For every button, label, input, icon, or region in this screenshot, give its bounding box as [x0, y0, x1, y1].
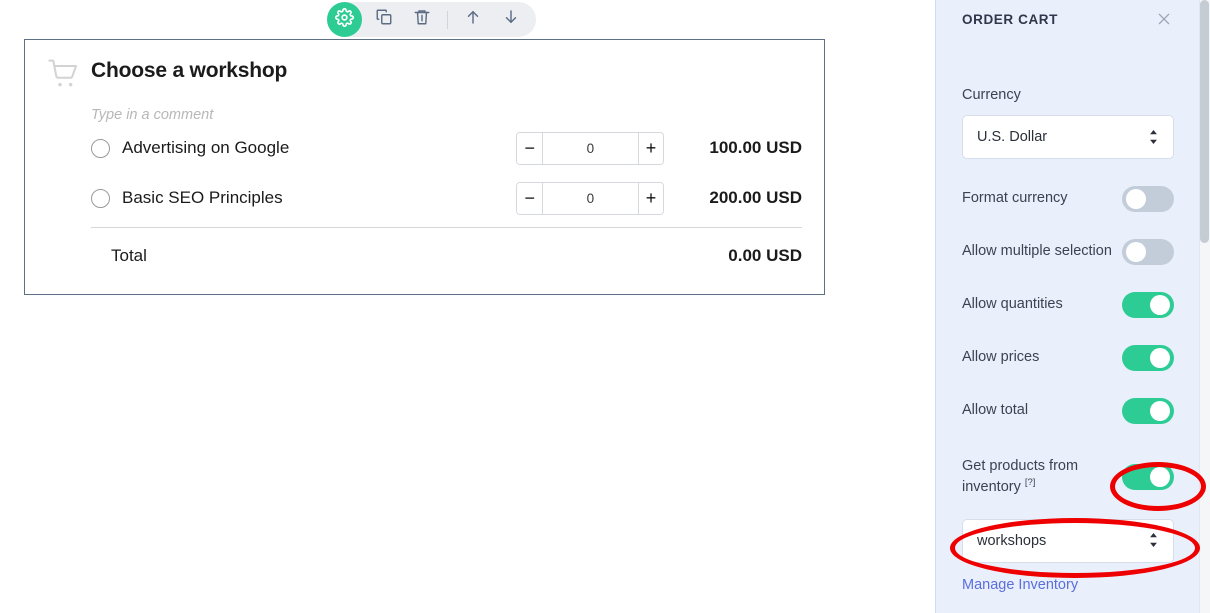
- move-down-button[interactable]: [492, 2, 530, 37]
- quantity-decrement-button[interactable]: −: [517, 182, 544, 214]
- quantity-increment-button[interactable]: +: [637, 182, 664, 214]
- quantity-stepper[interactable]: − +: [516, 181, 665, 215]
- product-choice[interactable]: Basic SEO Principles: [91, 188, 516, 208]
- quantity-increment-button[interactable]: +: [637, 132, 664, 164]
- settings-sidebar: ORDER CART Currency U.S. Dollar Format c…: [935, 0, 1210, 613]
- total-value: 0.00 USD: [728, 246, 802, 265]
- toggle-label: Get products from inventory [?]: [962, 457, 1122, 497]
- product-price: 200.00 USD: [709, 188, 802, 207]
- editor-canvas: Choose a workshop Type in a comment Adve…: [0, 0, 935, 613]
- format-currency-toggle[interactable]: [1122, 186, 1174, 212]
- shopping-cart-icon: [47, 56, 91, 95]
- get-products-from-inventory-toggle[interactable]: [1122, 463, 1174, 490]
- toolbar-divider: [447, 10, 448, 29]
- sidebar-scrollbar-thumb[interactable]: [1200, 0, 1209, 243]
- radio-button[interactable]: [91, 138, 110, 158]
- toggle-label: Allow multiple selection: [962, 243, 1112, 260]
- product-choice[interactable]: Advertising on Google: [91, 138, 516, 158]
- gear-icon: [335, 7, 354, 32]
- quantity-stepper[interactable]: − +: [516, 131, 665, 165]
- toggle-label: Allow quantities: [962, 296, 1063, 313]
- toggle-row-allow-multiple-selection: Allow multiple selection: [962, 239, 1174, 265]
- help-marker[interactable]: [?]: [1025, 477, 1036, 488]
- arrow-down-icon: [502, 7, 520, 32]
- product-price: 100.00 USD: [709, 138, 802, 157]
- comment-placeholder[interactable]: Type in a comment: [91, 107, 802, 123]
- close-icon[interactable]: [1154, 9, 1174, 29]
- inventory-label-text: Get products from inventory: [962, 458, 1079, 495]
- app-root: Choose a workshop Type in a comment Adve…: [0, 0, 1210, 613]
- card-body: Type in a comment Advertising on Google …: [25, 107, 824, 284]
- manage-inventory-link[interactable]: Manage Inventory: [962, 577, 1078, 593]
- trash-icon: [413, 8, 431, 31]
- chevron-updown-icon: [1148, 532, 1159, 549]
- toggle-row-format-currency: Format currency: [962, 186, 1174, 212]
- toggle-label: Allow prices: [962, 349, 1040, 366]
- currency-select-value: U.S. Dollar: [977, 129, 1048, 145]
- product-label: Advertising on Google: [122, 138, 290, 157]
- allow-total-toggle[interactable]: [1122, 398, 1174, 424]
- move-up-button[interactable]: [454, 2, 492, 37]
- card-header: Choose a workshop: [25, 40, 824, 95]
- inventory-source-select[interactable]: workshops: [962, 518, 1174, 563]
- toggle-label: Format currency: [962, 190, 1068, 207]
- toggle-knob: [1150, 466, 1170, 487]
- copy-icon: [375, 8, 393, 31]
- currency-select[interactable]: U.S. Dollar: [962, 115, 1174, 159]
- sidebar-scrollbar-track[interactable]: [1199, 0, 1210, 613]
- currency-label: Currency: [962, 87, 1021, 103]
- toggle-knob: [1126, 189, 1146, 209]
- card-footer-spacer: [25, 284, 824, 294]
- quantity-decrement-button[interactable]: −: [517, 132, 544, 164]
- element-toolbar: [327, 2, 536, 37]
- toggle-label: Allow total: [962, 402, 1029, 419]
- chevron-updown-icon: [1148, 129, 1159, 146]
- toggle-row-get-products-from-inventory: Get products from inventory [?]: [962, 457, 1174, 497]
- delete-button[interactable]: [403, 2, 441, 37]
- quantity-input[interactable]: [543, 132, 638, 164]
- toggle-row-allow-total: Allow total: [962, 398, 1174, 424]
- total-label: Total: [111, 246, 147, 265]
- settings-button[interactable]: [327, 2, 362, 37]
- product-label: Basic SEO Principles: [122, 188, 283, 207]
- allow-quantities-toggle[interactable]: [1122, 292, 1174, 318]
- sidebar-header: ORDER CART: [962, 0, 1174, 30]
- toggle-row-allow-prices: Allow prices: [962, 345, 1174, 371]
- quantity-input[interactable]: [543, 182, 638, 214]
- sidebar-title: ORDER CART: [962, 11, 1058, 27]
- allow-prices-toggle[interactable]: [1122, 345, 1174, 371]
- radio-button[interactable]: [91, 188, 110, 208]
- allow-multiple-selection-toggle[interactable]: [1122, 239, 1174, 265]
- arrow-up-icon: [464, 7, 482, 32]
- order-cart-card[interactable]: Choose a workshop Type in a comment Adve…: [24, 39, 825, 295]
- toggle-knob: [1150, 401, 1170, 421]
- toggle-knob: [1150, 295, 1170, 315]
- inventory-source-value: workshops: [977, 532, 1047, 549]
- card-title: Choose a workshop: [91, 59, 288, 82]
- duplicate-button[interactable]: [365, 2, 403, 37]
- sidebar-content: ORDER CART Currency U.S. Dollar Format c…: [936, 0, 1199, 613]
- product-row: Basic SEO Principles − + 200.00 USD: [91, 173, 802, 223]
- toggle-knob: [1126, 242, 1146, 262]
- toggle-knob: [1150, 348, 1170, 368]
- product-row: Advertising on Google − + 100.00 USD: [91, 123, 802, 173]
- toggle-row-allow-quantities: Allow quantities: [962, 292, 1174, 318]
- total-row: Total 0.00 USD: [91, 228, 802, 284]
